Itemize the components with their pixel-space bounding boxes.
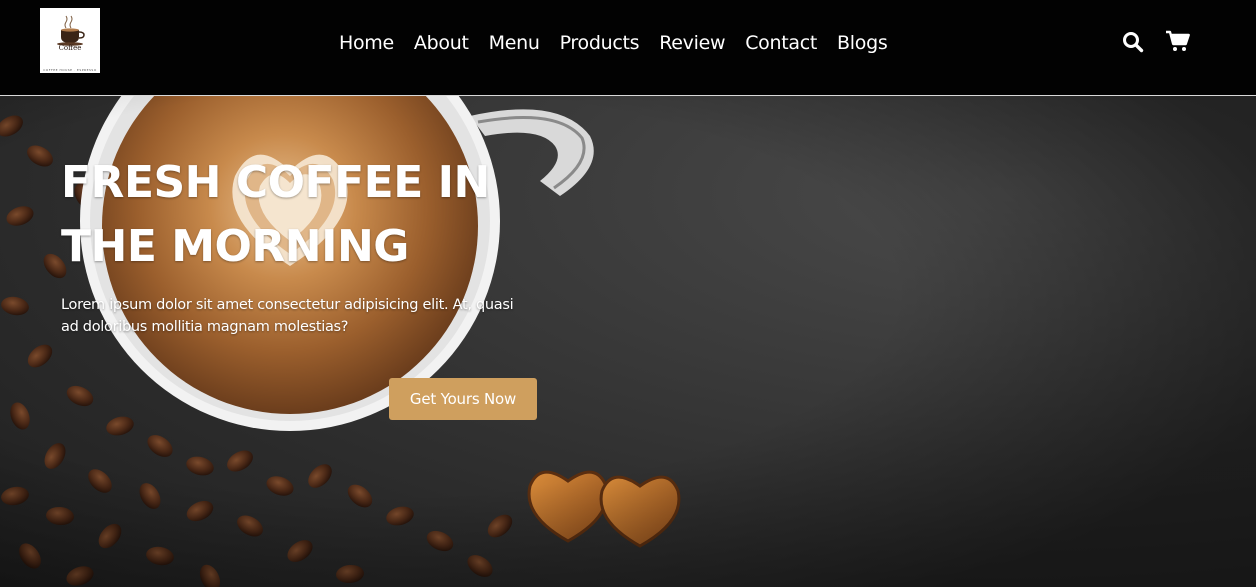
nav-contact-link[interactable]: Contact <box>735 31 827 55</box>
site-header: Coffee COFFEE HOUSE · ESPRESSO Home Abou… <box>0 0 1256 96</box>
hero-description: Lorem ipsum dolor sit amet consectetur a… <box>61 294 541 338</box>
logo-caption: COFFEE HOUSE · ESPRESSO <box>43 68 97 72</box>
search-icon <box>1123 32 1144 53</box>
search-button[interactable] <box>1121 30 1145 54</box>
logo-wordmark: Coffee <box>58 44 82 52</box>
hero-section: FRESH COFFEE IN THE MORNING Lorem ipsum … <box>0 96 1256 587</box>
nav-about-link[interactable]: About <box>404 31 479 55</box>
hero-title-line-1: FRESH COFFEE IN <box>61 157 490 208</box>
nav-home-link[interactable]: Home <box>339 31 404 55</box>
nav-review-link[interactable]: Review <box>649 31 735 55</box>
get-yours-now-button[interactable]: Get Yours Now <box>389 378 537 420</box>
nav-menu-link[interactable]: Menu <box>479 31 550 55</box>
nav-blogs-link[interactable]: Blogs <box>827 31 897 55</box>
hero-description-line-2: ad doloribus mollitia magnam molestias? <box>61 319 349 335</box>
hero-title-line-2: THE MORNING <box>61 221 409 272</box>
shopping-cart-icon <box>1166 30 1190 51</box>
nav-products-link[interactable]: Products <box>550 31 650 55</box>
cart-button[interactable] <box>1165 29 1191 53</box>
hero-description-line-1: Lorem ipsum dolor sit amet consectetur a… <box>61 297 514 313</box>
brand-logo[interactable]: Coffee COFFEE HOUSE · ESPRESSO <box>40 8 100 73</box>
coffee-cup-icon <box>57 15 85 46</box>
hero-title: FRESH COFFEE IN THE MORNING <box>61 151 531 279</box>
main-nav: Home About Menu Products Review Contact … <box>339 31 897 55</box>
